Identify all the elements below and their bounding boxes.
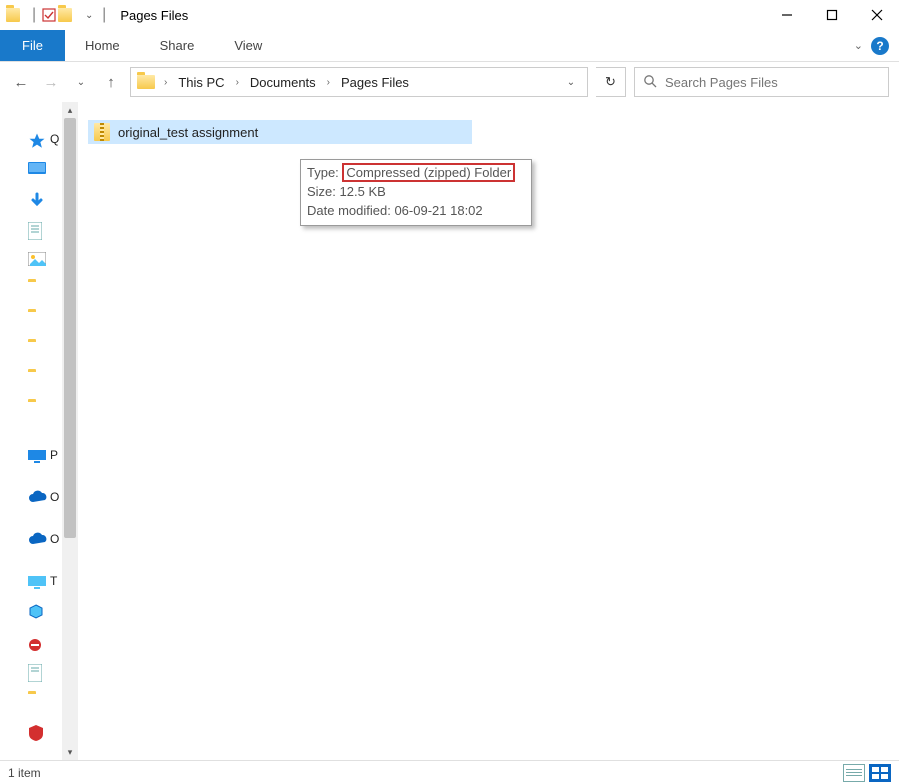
minimize-button[interactable] xyxy=(764,0,809,30)
scroll-up-icon[interactable]: ▴ xyxy=(62,102,78,118)
navigation-pane[interactable]: ▴ ▾ Q xyxy=(0,102,82,760)
sidebar-scrollbar[interactable]: ▴ ▾ xyxy=(62,102,78,760)
tooltip-type-value: Compressed (zipped) Folder xyxy=(342,163,515,182)
sidebar-item-desktop[interactable] xyxy=(28,162,46,178)
status-item-count: 1 item xyxy=(8,766,41,780)
sidebar-item-this-pc-2[interactable]: T xyxy=(28,574,46,590)
tab-view[interactable]: View xyxy=(214,30,282,61)
recent-locations-dropdown[interactable]: ⌄ xyxy=(70,71,92,93)
chevron-right-icon[interactable]: › xyxy=(324,77,333,88)
qat-folder-icon[interactable] xyxy=(58,7,74,23)
sidebar-item-folder[interactable] xyxy=(28,402,46,418)
back-button[interactable]: ← xyxy=(10,71,32,93)
close-button[interactable] xyxy=(854,0,899,30)
ribbon-tabs: File Home Share View ⌄ ? xyxy=(0,30,899,62)
help-icon[interactable]: ? xyxy=(871,37,889,55)
zip-folder-icon xyxy=(94,123,110,141)
sidebar-item-blocked[interactable] xyxy=(28,634,46,650)
tooltip-date-label: Date modified: xyxy=(307,203,391,218)
large-icons-view-button[interactable] xyxy=(869,764,891,782)
title-divider: | xyxy=(32,6,36,24)
status-bar: 1 item xyxy=(0,760,899,784)
chevron-right-icon[interactable]: › xyxy=(161,77,170,88)
tab-home[interactable]: Home xyxy=(65,30,140,61)
breadcrumb-this-pc[interactable]: This PC xyxy=(174,73,228,92)
tooltip-type-label: Type: xyxy=(307,165,339,180)
address-bar[interactable]: › This PC › Documents › Pages Files ⌄ xyxy=(130,67,588,97)
file-tab[interactable]: File xyxy=(0,30,65,61)
search-icon xyxy=(643,74,657,91)
sidebar-item-folder[interactable] xyxy=(28,694,46,710)
title-bar: | ⌄ | Pages Files xyxy=(0,0,899,30)
search-box[interactable] xyxy=(634,67,889,97)
sidebar-item-folder[interactable] xyxy=(28,342,46,358)
scrollbar-thumb[interactable] xyxy=(64,118,76,538)
address-dropdown-icon[interactable]: ⌄ xyxy=(559,77,583,88)
refresh-button[interactable]: ↻ xyxy=(596,67,626,97)
chevron-right-icon[interactable]: › xyxy=(233,77,242,88)
sidebar-item-documents[interactable] xyxy=(28,222,46,238)
search-input[interactable] xyxy=(665,75,880,90)
sidebar-item-documents-2[interactable] xyxy=(28,664,46,680)
sidebar-item-pictures[interactable] xyxy=(28,252,46,268)
sidebar-item-onedrive[interactable]: O xyxy=(28,490,46,506)
sidebar-item-folder[interactable] xyxy=(28,372,46,388)
breadcrumb-documents[interactable]: Documents xyxy=(246,73,320,92)
navigation-row: ← → ⌄ ↑ › This PC › Documents › Pages Fi… xyxy=(0,62,899,102)
address-folder-icon xyxy=(137,75,155,89)
details-view-button[interactable] xyxy=(843,764,865,782)
qat-properties-icon[interactable] xyxy=(40,4,58,26)
tooltip-size-value: 12.5 KB xyxy=(340,184,386,199)
ribbon-collapse-icon[interactable]: ⌄ xyxy=(854,39,863,52)
sidebar-item-this-pc[interactable]: P xyxy=(28,448,46,464)
tooltip-size-label: Size: xyxy=(307,184,336,199)
scroll-down-icon[interactable]: ▾ xyxy=(62,744,78,760)
sidebar-item-downloads[interactable] xyxy=(28,192,46,208)
title-divider-2: | xyxy=(102,6,106,24)
sidebar-item-folder[interactable] xyxy=(28,282,46,298)
forward-button[interactable]: → xyxy=(40,71,62,93)
file-name: original_test assignment xyxy=(118,125,258,140)
qat-dropdown-icon[interactable]: ⌄ xyxy=(80,4,98,26)
window-title: Pages Files xyxy=(120,8,188,23)
file-row[interactable]: original_test assignment xyxy=(88,120,472,144)
sidebar-item-3d-objects[interactable] xyxy=(28,604,46,620)
tooltip: Type: Compressed (zipped) Folder Size: 1… xyxy=(300,159,532,226)
sidebar-item-quick-access[interactable]: Q xyxy=(28,132,46,148)
tab-share[interactable]: Share xyxy=(140,30,215,61)
tooltip-date-value: 06-09-21 18:02 xyxy=(394,203,482,218)
sidebar-item-onedrive[interactable]: O xyxy=(28,532,46,548)
breadcrumb-current[interactable]: Pages Files xyxy=(337,73,413,92)
app-folder-icon xyxy=(6,7,22,23)
sidebar-item-mcafee[interactable] xyxy=(28,724,46,740)
up-button[interactable]: ↑ xyxy=(100,71,122,93)
maximize-button[interactable] xyxy=(809,0,854,30)
sidebar-item-folder[interactable] xyxy=(28,312,46,328)
